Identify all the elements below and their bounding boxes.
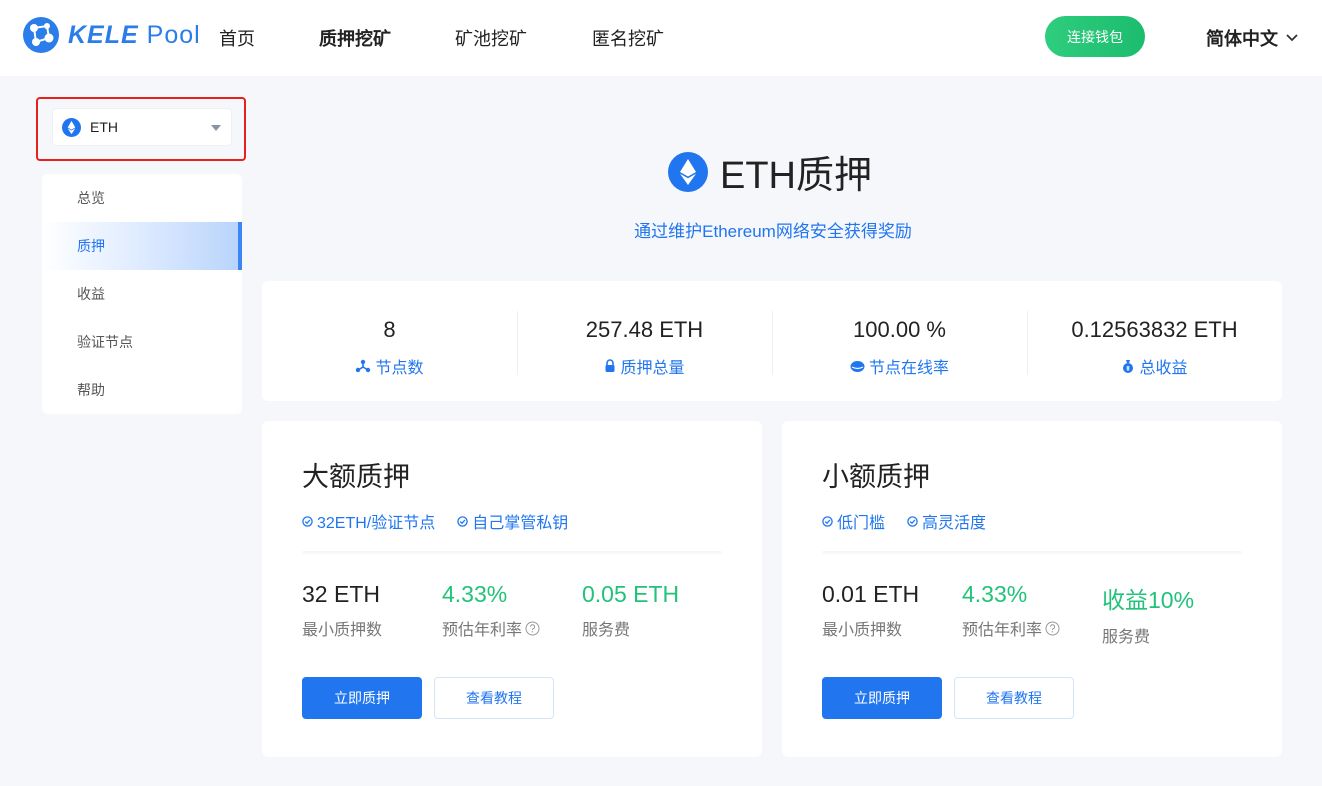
sidebar-item-validators[interactable]: 验证节点 bbox=[42, 318, 242, 366]
page-subtitle: 通过维护Ethereum网络安全获得奖励 bbox=[634, 222, 912, 241]
lock-icon bbox=[605, 359, 615, 372]
coin-select[interactable]: ETH bbox=[52, 108, 232, 146]
metric-value: 0.01 ETH bbox=[822, 581, 920, 607]
eth-icon bbox=[62, 117, 81, 137]
check-circle-icon bbox=[822, 515, 833, 527]
card-tag: 自己掌管私钥 bbox=[457, 509, 568, 533]
logo[interactable]: KELE Pool bbox=[22, 16, 201, 54]
metric-value: 32 ETH bbox=[302, 581, 380, 607]
metric-min-stake: 32 ETH 最小质押数 bbox=[302, 581, 382, 640]
card-tag: 低门槛 bbox=[822, 509, 885, 533]
view-tutorial-button[interactable]: 查看教程 bbox=[434, 677, 554, 719]
metric-min-stake: 0.01 ETH 最小质押数 bbox=[822, 581, 919, 640]
stat-label: 节点数 bbox=[262, 354, 517, 378]
kele-logo-icon bbox=[23, 17, 59, 53]
stat-value: 8 bbox=[383, 317, 396, 342]
card-tags: 低门槛 高灵活度 bbox=[822, 509, 1008, 533]
coin-select-value: ETH bbox=[90, 119, 118, 135]
card-tags: 32ETH/验证节点 自己掌管私钥 bbox=[302, 509, 590, 533]
metric-apr: 4.33% 预估年利率 bbox=[962, 581, 1060, 640]
chevron-down-icon bbox=[1286, 34, 1298, 42]
stat-total-staked: 257.48 ETH 质押总量 bbox=[517, 281, 772, 401]
metric-label: 预估年利率 bbox=[442, 616, 540, 640]
page-title: ETH质押 bbox=[668, 144, 872, 199]
metric-label: 最小质押数 bbox=[302, 622, 383, 639]
card-tag: 32ETH/验证节点 bbox=[302, 509, 435, 533]
eth-icon bbox=[668, 151, 708, 192]
stat-online-rate: 100.00 % 节点在线率 bbox=[772, 281, 1027, 401]
moneybag-icon bbox=[1123, 360, 1134, 373]
nav-anonymous-mining[interactable]: 匿名挖矿 bbox=[592, 25, 664, 51]
help-icon[interactable] bbox=[525, 621, 540, 636]
stat-value: 257.48 ETH bbox=[585, 317, 704, 342]
metric-label: 服务费 bbox=[1102, 629, 1151, 646]
check-circle-icon bbox=[907, 515, 918, 527]
nodes-icon bbox=[356, 359, 371, 373]
card-tag: 高灵活度 bbox=[907, 509, 986, 533]
view-tutorial-button[interactable]: 查看教程 bbox=[954, 677, 1074, 719]
stat-value: 0.12563832 ETH bbox=[1071, 317, 1238, 342]
stat-total-earnings: 0.12563832 ETH 总收益 bbox=[1027, 281, 1282, 401]
help-icon[interactable] bbox=[1045, 621, 1060, 636]
card-title: 大额质押 bbox=[302, 462, 410, 492]
logo-text: KELE Pool bbox=[68, 20, 201, 49]
metric-label: 最小质押数 bbox=[822, 622, 903, 639]
stat-label: 总收益 bbox=[1027, 354, 1282, 378]
sidebar-item-overview[interactable]: 总览 bbox=[42, 174, 242, 222]
stat-value: 100.00 % bbox=[853, 317, 946, 342]
check-circle-icon bbox=[302, 515, 313, 527]
stat-label: 节点在线率 bbox=[772, 354, 1027, 378]
stat-node-count: 8 节点数 bbox=[262, 281, 517, 401]
metric-value: 4.33% bbox=[442, 581, 508, 607]
metric-value: 4.33% bbox=[962, 581, 1028, 607]
card-large-staking: 大额质押 32ETH/验证节点 自己掌管私钥 32 ETH 最小质押数 4.33… bbox=[262, 421, 762, 757]
nav-pool-mining[interactable]: 矿池挖矿 bbox=[455, 25, 527, 51]
sidebar-item-earnings[interactable]: 收益 bbox=[42, 270, 242, 318]
metric-service-fee: 0.05 ETH 服务费 bbox=[582, 581, 679, 640]
language-selector[interactable]: 简体中文 bbox=[1206, 25, 1298, 51]
metric-label: 服务费 bbox=[582, 622, 631, 639]
online-icon bbox=[850, 360, 865, 372]
metric-apr: 4.33% 预估年利率 bbox=[442, 581, 540, 640]
caret-down-icon bbox=[211, 125, 221, 131]
metric-label: 预估年利率 bbox=[962, 616, 1060, 640]
card-divider bbox=[302, 551, 722, 555]
metric-value: 0.05 ETH bbox=[582, 581, 680, 607]
stake-now-button[interactable]: 立即质押 bbox=[302, 677, 422, 719]
metric-service-fee: 收益10% 服务费 bbox=[1102, 581, 1194, 647]
sidebar-item-help[interactable]: 帮助 bbox=[42, 366, 242, 414]
card-divider bbox=[822, 551, 1242, 555]
metric-value: 收益10% bbox=[1102, 587, 1195, 613]
language-label: 简体中文 bbox=[1206, 29, 1278, 49]
top-header: KELE Pool 首页 质押挖矿 矿池挖矿 匿名挖矿 连接钱包 简体中文 bbox=[0, 0, 1322, 76]
stat-label: 质押总量 bbox=[517, 354, 772, 378]
check-circle-icon bbox=[457, 515, 468, 527]
sidebar-menu: 总览 质押 收益 验证节点 帮助 bbox=[42, 174, 242, 414]
nav-staking-mining[interactable]: 质押挖矿 bbox=[319, 25, 391, 51]
nav-home[interactable]: 首页 bbox=[219, 25, 255, 51]
connect-wallet-button[interactable]: 连接钱包 bbox=[1045, 16, 1145, 57]
page-title-text: ETH质押 bbox=[720, 155, 873, 197]
stake-now-button[interactable]: 立即质押 bbox=[822, 677, 942, 719]
stats-panel: 8 节点数 257.48 ETH 质押总量 100.00 % 节点在线率 0.1… bbox=[262, 281, 1282, 401]
card-title: 小额质押 bbox=[822, 462, 930, 492]
card-small-staking: 小额质押 低门槛 高灵活度 0.01 ETH 最小质押数 4.33% 预估年利率… bbox=[782, 421, 1282, 757]
